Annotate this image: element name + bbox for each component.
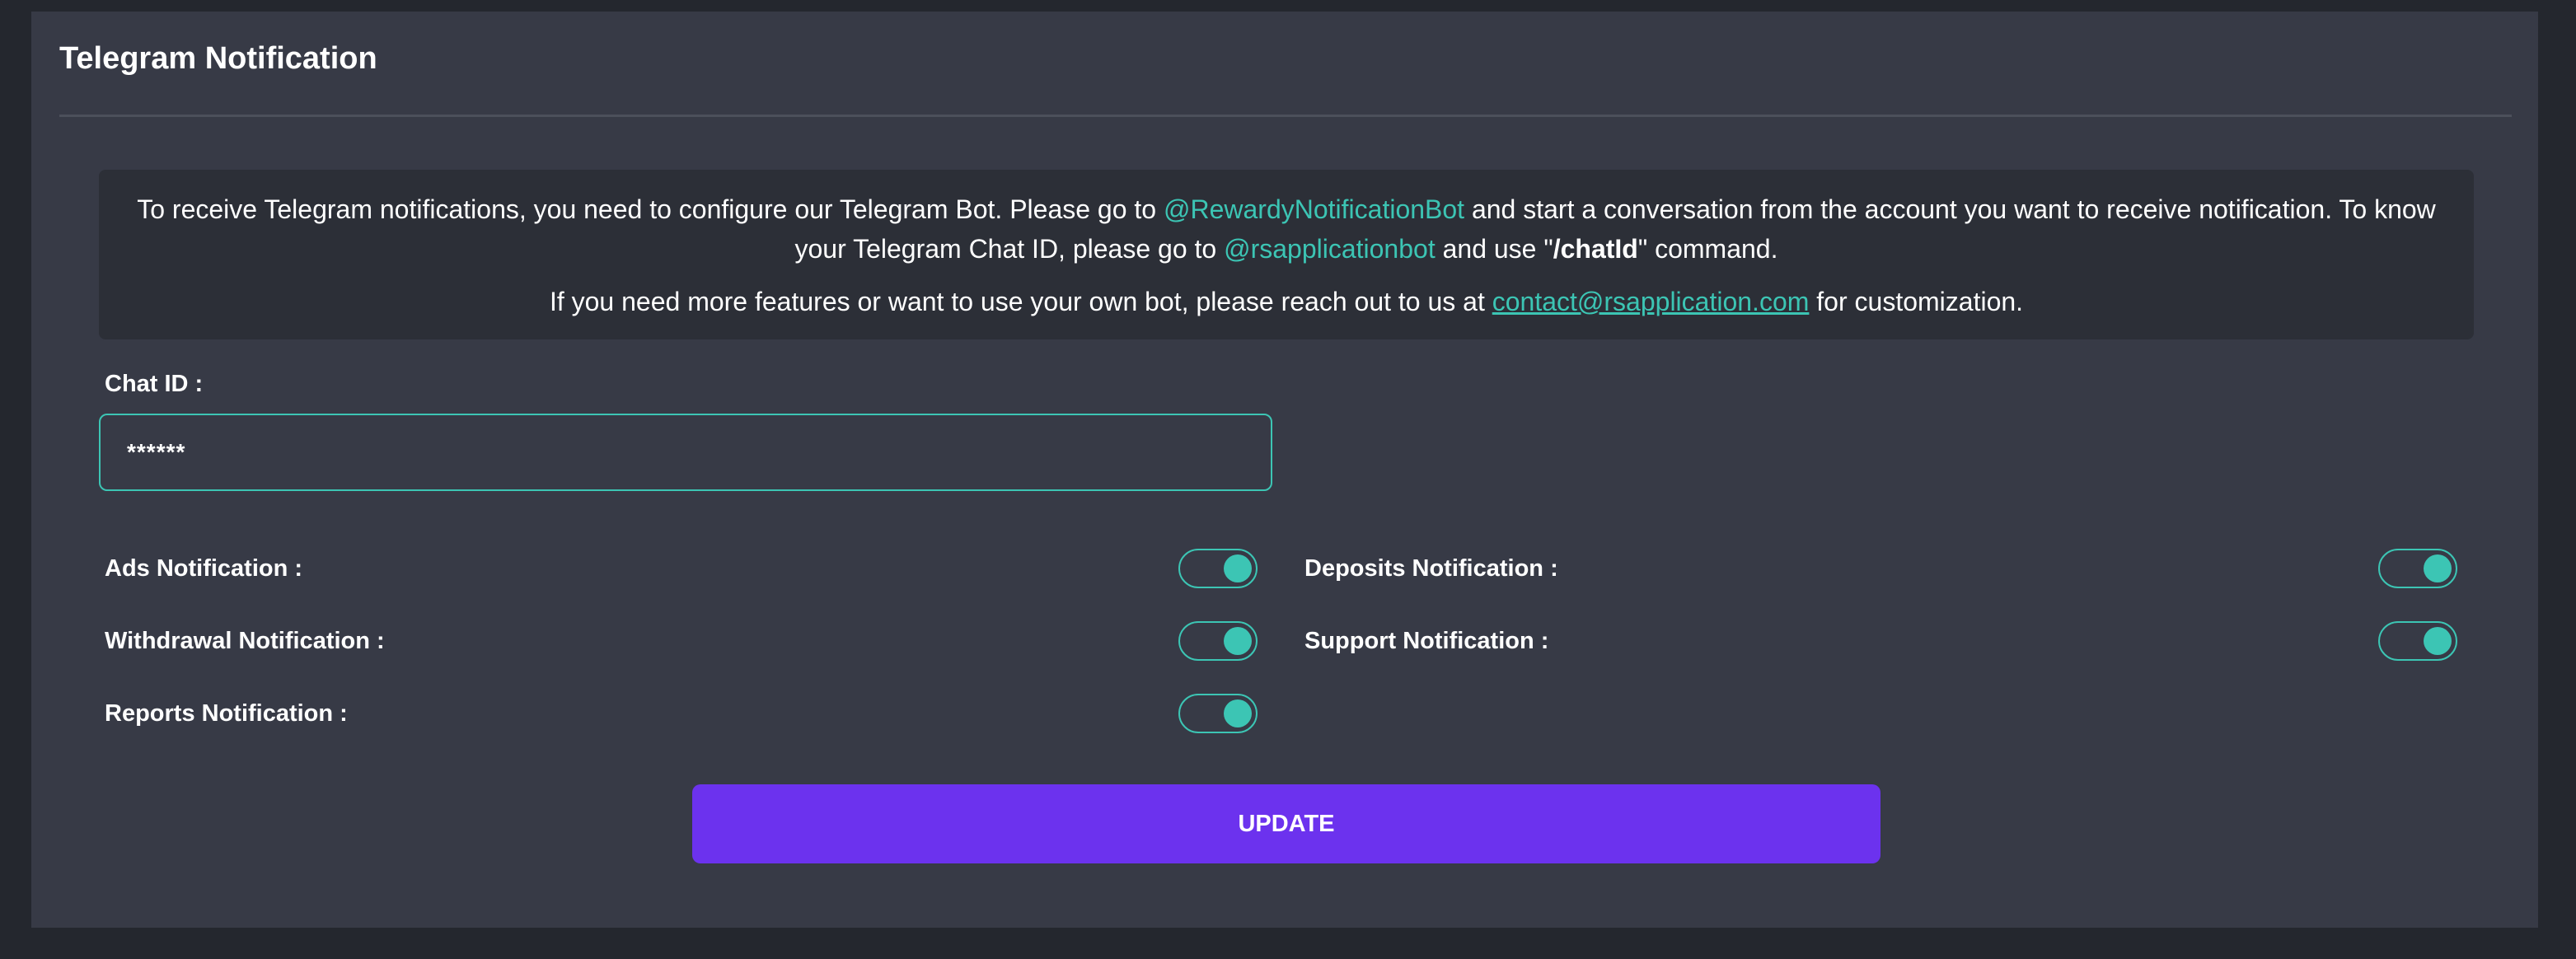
ads-notification-toggle[interactable] (1178, 549, 1258, 588)
support-notification-toggle[interactable] (2378, 621, 2457, 661)
ads-notification-label: Ads Notification : (105, 555, 303, 582)
info-instructions: To receive Telegram notifications, you n… (132, 189, 2441, 269)
withdrawal-notification-toggle[interactable] (1178, 621, 1258, 661)
toggle-knob (2424, 627, 2452, 655)
info-text: and use " (1435, 234, 1553, 264)
telegram-notification-card: Telegram Notification To receive Telegra… (31, 12, 2538, 928)
deposits-notification-toggle[interactable] (2378, 549, 2457, 588)
info-text: " command. (1637, 234, 1778, 264)
deposits-notification-label: Deposits Notification : (1304, 555, 1558, 582)
toggle-knob (1224, 627, 1252, 655)
update-button[interactable]: UPDATE (692, 784, 1880, 863)
telegram-info-box: To receive Telegram notifications, you n… (99, 170, 2474, 339)
toggle-knob (2424, 554, 2452, 582)
reports-notification-label: Reports Notification : (105, 700, 348, 727)
toggle-knob (1224, 699, 1252, 727)
chat-id-label: Chat ID : (105, 371, 204, 397)
card-header: Telegram Notification (59, 12, 2512, 117)
reports-notification-toggle[interactable] (1178, 694, 1258, 733)
info-text: If you need more features or want to use… (549, 287, 1492, 316)
card-title: Telegram Notification (59, 41, 377, 76)
info-text: for customization. (1809, 287, 2024, 316)
toggle-knob (1224, 554, 1252, 582)
support-notification-label: Support Notification : (1304, 628, 1549, 654)
rewardy-bot-link[interactable]: @RewardyNotificationBot (1164, 194, 1464, 224)
rsapplication-bot-link[interactable]: @rsapplicationbot (1224, 234, 1436, 264)
withdrawal-notification-label: Withdrawal Notification : (105, 628, 385, 654)
info-contact: If you need more features or want to use… (132, 282, 2441, 321)
contact-email-link[interactable]: contact@rsapplication.com (1492, 287, 1810, 316)
chat-id-input[interactable] (99, 414, 1272, 491)
chatid-command: /chatId (1553, 234, 1638, 264)
info-text: To receive Telegram notifications, you n… (137, 194, 1164, 224)
